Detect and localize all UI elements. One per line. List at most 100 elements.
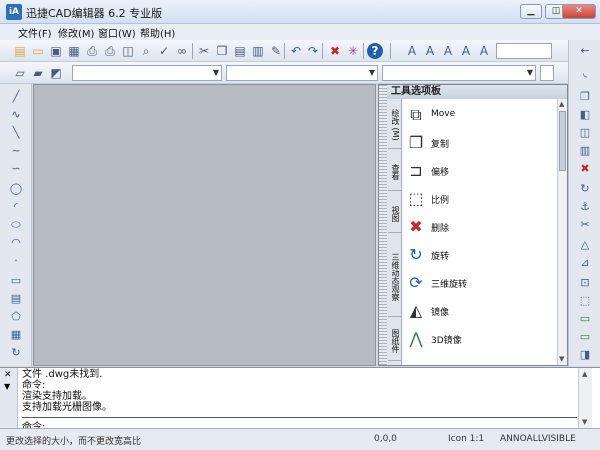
tool-label: 三维旋转 xyxy=(431,280,468,290)
drawing-canvas[interactable] xyxy=(33,84,376,366)
scrollbar-thumb[interactable] xyxy=(559,111,566,171)
tool-scale[interactable]: ⬚ 比例 xyxy=(403,185,553,213)
fillet-icon[interactable]: ▭ xyxy=(577,330,593,344)
command-scrollbar[interactable]: ▲ ▼ xyxy=(578,368,592,429)
open-file-icon[interactable]: ▭ xyxy=(30,43,46,59)
text-icon[interactable]: A xyxy=(422,43,438,59)
menu-file[interactable]: 文件(F) xyxy=(18,25,52,40)
palette-tab-views[interactable]: 视图 xyxy=(388,195,401,233)
triangle-icon[interactable]: △ xyxy=(577,238,593,252)
close-button[interactable]: ✕ xyxy=(562,4,596,19)
mirror-object-icon[interactable]: ◧ xyxy=(577,108,593,122)
linetype-select[interactable]: ▼ xyxy=(382,65,536,81)
paste-icon[interactable]: ▤ xyxy=(232,43,248,59)
command-window-grip[interactable]: ✕ ▼ xyxy=(0,368,18,429)
tool-rotate[interactable]: ↻ 旋转 xyxy=(403,241,553,269)
copy-icon[interactable]: ❐ xyxy=(214,43,230,59)
save-as-icon[interactable]: ▦ xyxy=(66,43,82,59)
spell-check-icon[interactable]: ✓ xyxy=(156,43,172,59)
menu-help[interactable]: 帮助(H) xyxy=(140,25,175,40)
scroll-up-icon[interactable]: ▲ xyxy=(582,370,587,378)
chamfer-icon[interactable]: ▭ xyxy=(577,312,593,326)
point-icon[interactable]: · xyxy=(8,254,24,268)
status-mode[interactable]: Icon 1:1 xyxy=(448,434,484,444)
save-icon[interactable]: ▣ xyxy=(48,43,64,59)
erase-icon[interactable]: ✖ xyxy=(577,162,593,176)
scroll-up-icon[interactable]: ▲ xyxy=(559,100,564,108)
rectangle-icon[interactable]: ▭ xyxy=(8,274,24,288)
line-icon[interactable]: ╱ xyxy=(8,90,24,104)
scale-object-icon[interactable]: ⬚ xyxy=(577,294,593,308)
cut-icon[interactable]: ✂ xyxy=(196,43,212,59)
trim-icon[interactable]: ✂ xyxy=(577,218,593,232)
zoom-icon[interactable]: ⌕ xyxy=(138,43,154,59)
explode-icon[interactable]: ✳ xyxy=(345,43,361,59)
print-preview-icon[interactable]: ⎙ xyxy=(102,43,118,59)
match-properties-icon[interactable]: ✎ xyxy=(268,43,284,59)
redo-icon[interactable]: ↷ xyxy=(305,43,321,59)
layer-select[interactable]: ▼ xyxy=(72,65,222,81)
delete-icon[interactable]: ✖ xyxy=(327,43,343,59)
polygon-icon[interactable]: ⬠ xyxy=(8,310,24,324)
ellipse-arc-icon[interactable]: ◠ xyxy=(8,236,24,250)
undo-arc-icon[interactable]: ◟ xyxy=(577,66,593,80)
palette-tab-3d-orbit[interactable]: 三维动态观察 xyxy=(388,237,401,317)
construction-line-icon[interactable]: ╲ xyxy=(8,126,24,140)
palette-scrollbar[interactable]: ▲ ▼ xyxy=(557,99,567,365)
minimize-button[interactable]: ▁ xyxy=(520,4,542,19)
extend-icon[interactable]: ⊿ xyxy=(577,256,593,270)
print-icon[interactable]: ⎙ xyxy=(84,43,100,59)
arrow-left-icon[interactable]: ← xyxy=(577,44,593,58)
freehand-icon[interactable]: ∽ xyxy=(8,162,24,176)
annotation-visibility[interactable]: ANNOALLVISIBLE xyxy=(500,434,576,444)
layer-previous-icon[interactable]: ◩ xyxy=(48,65,64,81)
palette-grip[interactable] xyxy=(379,85,387,365)
tool-rotate-3d[interactable]: ⟳ 三维旋转 xyxy=(403,269,553,297)
text-format-icon[interactable]: A xyxy=(458,43,474,59)
tool-offset[interactable]: ⊐ 偏移 xyxy=(403,157,553,185)
scroll-down-icon[interactable]: ▼ xyxy=(582,418,587,426)
layer-state-icon[interactable]: ▰ xyxy=(30,65,46,81)
text-style-select[interactable] xyxy=(496,43,552,59)
help-icon[interactable]: ? xyxy=(367,43,383,59)
tool-move[interactable]: ⧉ Move xyxy=(403,101,553,129)
new-file-icon[interactable]: ▤ xyxy=(12,43,28,59)
rotate-object-icon[interactable]: ↻ xyxy=(577,182,593,196)
ellipse-icon[interactable]: ⬭ xyxy=(8,218,24,232)
polyline-icon[interactable]: ∿ xyxy=(8,108,24,122)
refresh-icon[interactable]: ↻ xyxy=(8,346,24,360)
close-icon[interactable]: ✕ xyxy=(4,370,12,380)
text-italic-icon[interactable]: A xyxy=(440,43,456,59)
tool-mirror-3d[interactable]: ⋀ 3D镜像 xyxy=(403,325,553,353)
offset-object-icon[interactable]: ◫ xyxy=(577,126,593,140)
paste-special-icon[interactable]: ▥ xyxy=(250,43,266,59)
region-icon[interactable]: ▦ xyxy=(8,328,24,342)
arc-icon[interactable]: ◜ xyxy=(8,200,24,214)
tool-copy[interactable]: ❐ 复制 xyxy=(403,129,553,157)
undo-icon[interactable]: ↶ xyxy=(288,43,304,59)
text-style-icon[interactable]: A xyxy=(404,43,420,59)
stretch-icon[interactable]: ⊡ xyxy=(577,276,593,290)
palette-tab-view[interactable]: 查看 xyxy=(388,153,401,191)
menu-window[interactable]: 窗口(W) xyxy=(98,25,136,40)
hatch-icon[interactable]: ▤ xyxy=(8,292,24,306)
palette-tab-modify[interactable]: 绘改 (M) xyxy=(388,101,401,149)
scroll-down-icon[interactable]: ▼ xyxy=(559,355,564,363)
tool-delete[interactable]: ✖ 删除 xyxy=(403,213,553,241)
palette-tab-sheets[interactable]: 图纸件 xyxy=(388,321,401,361)
color-select[interactable]: ▼ xyxy=(226,65,378,81)
layer-icon[interactable]: ▱ xyxy=(12,65,28,81)
text-edit-icon[interactable]: A xyxy=(476,43,492,59)
copy-object-icon[interactable]: ❐ xyxy=(577,90,593,104)
binoculars-icon[interactable]: ∞ xyxy=(174,43,190,59)
tool-mirror[interactable]: ◭ 镜像 xyxy=(403,297,553,325)
array-icon[interactable]: ▥ xyxy=(577,144,593,158)
chevron-down-icon[interactable]: ▼ xyxy=(4,382,10,391)
find-icon[interactable]: ◫ xyxy=(120,43,136,59)
lineweight-select[interactable] xyxy=(540,65,554,81)
anchor-icon[interactable]: ⚓ xyxy=(577,200,593,214)
spline-icon[interactable]: ~ xyxy=(8,144,24,158)
circle-icon[interactable]: ◯ xyxy=(8,182,24,196)
break-icon[interactable]: ◨ xyxy=(577,348,593,362)
menu-modify[interactable]: 修改(M) xyxy=(58,25,94,40)
